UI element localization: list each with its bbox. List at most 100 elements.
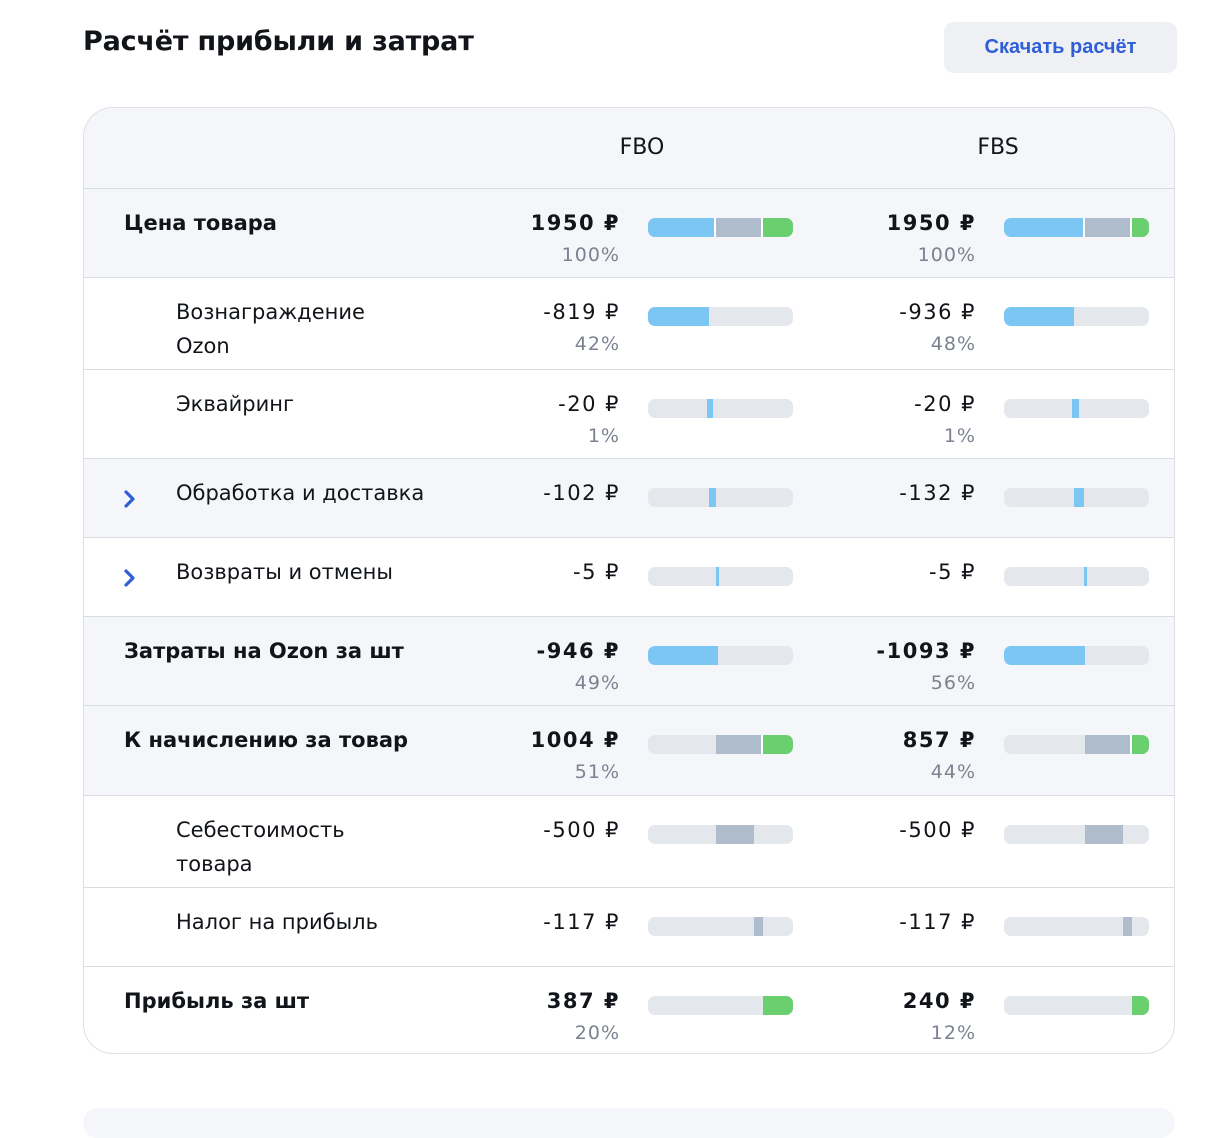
fbs-bar-segment-green xyxy=(1131,218,1149,237)
fbs-bar xyxy=(1004,996,1149,1015)
table-row: Себестоимость товара -500 ₽ -500 ₽ xyxy=(84,796,1174,888)
fbs-value: 240 ₽ xyxy=(902,989,976,1013)
fbo-value: -819 ₽ xyxy=(543,300,620,324)
row-label: Себестоимость товара xyxy=(176,818,345,876)
fbo-bar xyxy=(648,567,793,586)
fbo-percent: 100% xyxy=(561,244,620,266)
fbo-bar xyxy=(648,646,793,665)
fbo-value: -102 ₽ xyxy=(543,481,620,505)
fbs-percent: 12% xyxy=(930,1022,976,1044)
fbs-bar xyxy=(1004,399,1149,418)
fbo-value: 1950 ₽ xyxy=(530,211,620,235)
fbs-percent: 56% xyxy=(930,672,976,694)
fbo-percent: 51% xyxy=(574,761,620,783)
fbo-value: -5 ₽ xyxy=(573,560,620,584)
fbo-bar-segment-blue xyxy=(648,646,718,665)
fbs-value: 857 ₽ xyxy=(902,728,976,752)
fbo-bar xyxy=(648,825,793,844)
fbs-percent: 44% xyxy=(930,761,976,783)
fbo-percent: 20% xyxy=(574,1022,620,1044)
fbs-bar xyxy=(1004,218,1149,237)
fbo-bar xyxy=(648,917,793,936)
fbs-bar-segment-gray xyxy=(1085,825,1123,844)
fbo-bar xyxy=(648,735,793,754)
fbs-percent: 48% xyxy=(930,333,976,355)
column-header-fbo: FBO xyxy=(619,135,665,160)
fbo-bar-segment-blue xyxy=(648,307,709,326)
table-header: FBO FBS xyxy=(84,108,1174,189)
fbs-bar-segment-gray xyxy=(1122,917,1132,936)
row-label: Прибыль за шт xyxy=(124,989,310,1013)
fbo-bar-segment-blue xyxy=(716,567,720,586)
row-label: Цена товара xyxy=(124,211,277,235)
fbs-bar xyxy=(1004,646,1149,665)
table-row: Прибыль за шт 387 ₽ 20% 240 ₽ 12% xyxy=(84,967,1174,1053)
fbs-value: 1950 ₽ xyxy=(886,211,976,235)
fbs-bar-segment-gray xyxy=(1085,218,1132,237)
fbs-bar-segment-green xyxy=(1131,996,1149,1015)
fbo-bar-segment-blue xyxy=(708,488,717,507)
fbs-bar xyxy=(1004,917,1149,936)
fbo-value: 387 ₽ xyxy=(546,989,620,1013)
row-label: Вознаграждение Ozon xyxy=(176,300,365,358)
fbs-percent: 1% xyxy=(943,425,976,447)
row-label: К начислению за товар xyxy=(124,728,409,752)
table-row: Затраты на Ozon за шт -946 ₽ 49% -1093 ₽ 56% xyxy=(84,617,1174,706)
fbo-bar-segment-gray xyxy=(716,218,763,237)
fbs-bar-segment-blue xyxy=(1004,218,1086,237)
fbo-bar xyxy=(648,307,793,326)
calculation-table: FBO FBS Цена товара 1950 ₽ 100% 1950 ₽ 100% В… xyxy=(83,107,1175,1054)
table-row: К начислению за товар 1004 ₽ 51% 857 ₽ 44% xyxy=(84,706,1174,796)
table-row: Цена товара 1950 ₽ 100% 1950 ₽ 100% xyxy=(84,189,1174,278)
column-header-fbs: FBS xyxy=(977,135,1019,160)
fbs-value: -500 ₽ xyxy=(899,818,976,842)
fbo-value: -500 ₽ xyxy=(543,818,620,842)
fbs-bar-segment-blue xyxy=(1073,488,1084,507)
fbo-value: -946 ₽ xyxy=(536,639,620,663)
fbs-bar xyxy=(1004,825,1149,844)
fbs-bar xyxy=(1004,567,1149,586)
fbs-bar-segment-blue xyxy=(1072,399,1080,418)
fbs-bar xyxy=(1004,307,1149,326)
chevron-right-icon[interactable] xyxy=(120,568,140,588)
table-row: Налог на прибыль -117 ₽ -117 ₽ xyxy=(84,888,1174,967)
fbo-value: -117 ₽ xyxy=(543,910,620,934)
fbo-bar-segment-gray xyxy=(753,917,763,936)
fbo-value: 1004 ₽ xyxy=(530,728,620,752)
fbs-bar-segment-blue xyxy=(1004,307,1074,326)
fbo-bar-segment-blue xyxy=(648,218,717,237)
fbo-bar-segment-gray xyxy=(716,825,754,844)
chevron-right-icon[interactable] xyxy=(120,489,140,509)
fbs-bar-segment-blue xyxy=(1004,646,1086,665)
fbs-bar-segment-green xyxy=(1131,735,1149,754)
fbs-value: -936 ₽ xyxy=(899,300,976,324)
fbs-percent: 100% xyxy=(917,244,976,266)
fbo-percent: 1% xyxy=(587,425,620,447)
fbo-bar xyxy=(648,399,793,418)
fbs-value: -1093 ₽ xyxy=(876,639,976,663)
fbs-value: -132 ₽ xyxy=(899,481,976,505)
page-title: Расчёт прибыли и затрат xyxy=(83,26,474,57)
fbs-bar-segment-gray xyxy=(1085,735,1132,754)
fbo-bar-segment-gray xyxy=(716,735,763,754)
fbs-bar-segment-blue xyxy=(1083,567,1087,586)
fbs-value: -20 ₽ xyxy=(914,392,976,416)
download-calculation-button[interactable]: Скачать расчёт xyxy=(944,22,1177,73)
table-row[interactable]: Возвраты и отмены -5 ₽ -5 ₽ xyxy=(84,538,1174,617)
fbo-bar xyxy=(648,996,793,1015)
next-section-panel xyxy=(83,1108,1175,1138)
fbs-bar xyxy=(1004,735,1149,754)
fbs-bar xyxy=(1004,488,1149,507)
fbo-bar xyxy=(648,488,793,507)
fbo-bar-segment-blue xyxy=(707,399,714,418)
table-row: Вознаграждение Ozon -819 ₽ 42% -936 ₽ 48% xyxy=(84,278,1174,370)
row-label: Затраты на Ozon за шт xyxy=(124,639,404,663)
fbs-value: -117 ₽ xyxy=(899,910,976,934)
table-row: Эквайринг -20 ₽1% -20 ₽1% xyxy=(84,370,1174,459)
fbo-percent: 42% xyxy=(574,333,620,355)
fbo-percent: 49% xyxy=(574,672,620,694)
fbo-bar xyxy=(648,218,793,237)
fbs-value: -5 ₽ xyxy=(929,560,976,584)
table-row[interactable]: Обработка и доставка -102 ₽ -132 ₽ xyxy=(84,459,1174,538)
fbo-value: -20 ₽ xyxy=(558,392,620,416)
